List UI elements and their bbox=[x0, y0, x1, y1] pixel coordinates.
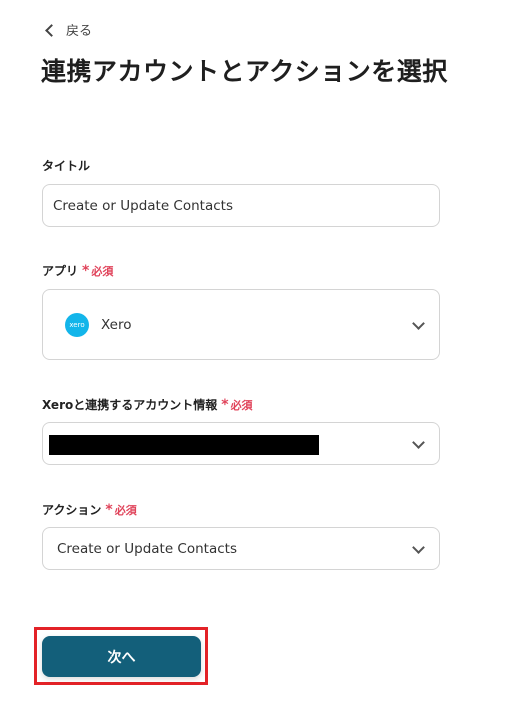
app-select[interactable]: xero Xero bbox=[42, 289, 440, 360]
next-button[interactable]: 次へ bbox=[42, 636, 201, 677]
account-select[interactable] bbox=[42, 422, 440, 465]
required-text: 必須 bbox=[91, 264, 114, 278]
back-link[interactable]: 戻る bbox=[45, 20, 93, 39]
action-field-label: アクション * 必須 bbox=[42, 501, 137, 518]
account-field-label: Xeroと連携するアカウント情報 * 必須 bbox=[42, 396, 253, 413]
required-text: 必須 bbox=[114, 503, 137, 517]
action-select-value: Create or Update Contacts bbox=[57, 541, 237, 557]
required-text: 必須 bbox=[230, 398, 253, 412]
back-label: 戻る bbox=[66, 24, 93, 39]
app-label-text: アプリ bbox=[42, 264, 79, 278]
action-select[interactable]: Create or Update Contacts bbox=[42, 527, 440, 570]
chevron-down-icon bbox=[412, 541, 425, 554]
chevron-down-icon bbox=[412, 317, 425, 330]
required-asterisk-icon: * bbox=[105, 501, 113, 518]
app-select-value: Xero bbox=[101, 317, 132, 333]
title-field-label: タイトル bbox=[42, 157, 90, 174]
required-badge: * 必須 bbox=[221, 397, 252, 413]
page-title: 連携アカウントとアクションを選択 bbox=[41, 57, 448, 86]
title-field[interactable] bbox=[42, 184, 440, 227]
account-label-text: Xeroと連携するアカウント情報 bbox=[42, 398, 218, 412]
title-input[interactable] bbox=[43, 185, 439, 226]
required-asterisk-icon: * bbox=[221, 396, 229, 413]
title-label-text: タイトル bbox=[42, 159, 91, 173]
chevron-left-icon bbox=[45, 23, 58, 37]
xero-logo-icon: xero bbox=[65, 313, 89, 337]
required-badge: * 必須 bbox=[105, 502, 136, 518]
redacted-account-value bbox=[49, 435, 319, 455]
app-field-label: アプリ * 必須 bbox=[42, 262, 113, 279]
required-badge: * 必須 bbox=[82, 263, 113, 279]
required-asterisk-icon: * bbox=[82, 262, 90, 279]
chevron-down-icon bbox=[412, 436, 425, 449]
action-label-text: アクション bbox=[42, 503, 102, 517]
